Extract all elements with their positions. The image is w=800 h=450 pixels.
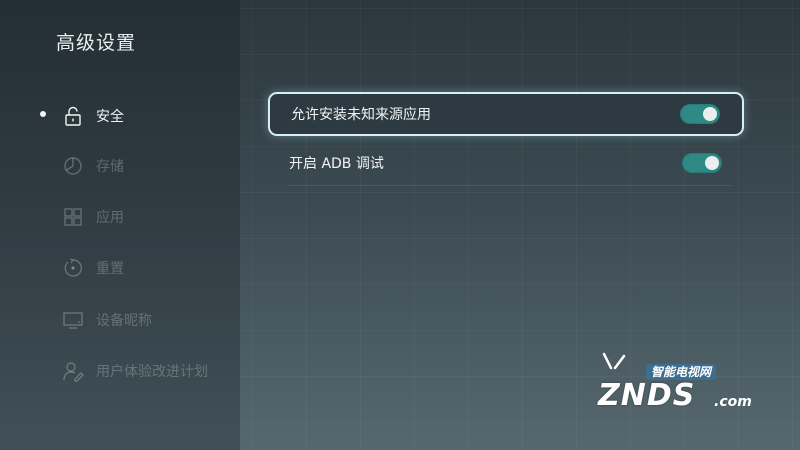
watermark-brand: ZNDS xyxy=(598,378,696,413)
grid-icon xyxy=(62,206,84,228)
sidebar-item-security[interactable]: 安全 xyxy=(62,102,124,130)
watermark-logo: 智能电视网 ZNDS .com xyxy=(590,352,760,418)
sidebar-item-reset[interactable]: 重置 xyxy=(62,254,124,282)
monitor-icon xyxy=(62,309,84,331)
setting-label: 开启 ADB 调试 xyxy=(289,156,384,172)
tv-antenna-icon xyxy=(602,352,626,370)
setting-label: 允许安装未知来源应用 xyxy=(291,107,431,123)
sidebar-item-label: 存储 xyxy=(96,159,124,175)
setting-adb-debugging[interactable]: 开启 ADB 调试 xyxy=(268,141,744,185)
sidebar-item-storage[interactable]: 存储 xyxy=(62,152,124,180)
reset-icon xyxy=(62,257,84,279)
watermark-suffix: .com xyxy=(714,394,752,410)
sidebar-item-label: 重置 xyxy=(96,261,124,277)
sidebar: 高级设置 安全 存储 应用 重置 设备昵称 用户体验改进计划 xyxy=(0,0,240,450)
adb-debugging-toggle[interactable] xyxy=(682,153,722,173)
sidebar-item-label: 设备昵称 xyxy=(96,313,152,329)
sidebar-item-label: 安全 xyxy=(96,109,124,125)
sidebar-item-user-experience[interactable]: 用户体验改进计划 xyxy=(62,357,208,385)
user-edit-icon xyxy=(62,360,84,382)
settings-screen: 高级设置 安全 存储 应用 重置 设备昵称 用户体验改进计划 允许安装未知来源应… xyxy=(0,0,800,450)
active-indicator-dot xyxy=(40,111,46,117)
toggle-knob xyxy=(705,156,719,170)
sidebar-item-apps[interactable]: 应用 xyxy=(62,203,124,231)
sidebar-item-device-name[interactable]: 设备昵称 xyxy=(62,306,152,334)
pie-chart-icon xyxy=(62,155,84,177)
unlock-icon xyxy=(62,105,84,127)
toggle-knob xyxy=(703,107,717,121)
sidebar-item-label: 应用 xyxy=(96,210,124,226)
unknown-sources-toggle[interactable] xyxy=(680,104,720,124)
setting-unknown-sources[interactable]: 允许安装未知来源应用 xyxy=(268,92,744,136)
page-title: 高级设置 xyxy=(56,32,137,54)
list-divider xyxy=(288,185,732,186)
sidebar-item-label: 用户体验改进计划 xyxy=(96,364,208,380)
